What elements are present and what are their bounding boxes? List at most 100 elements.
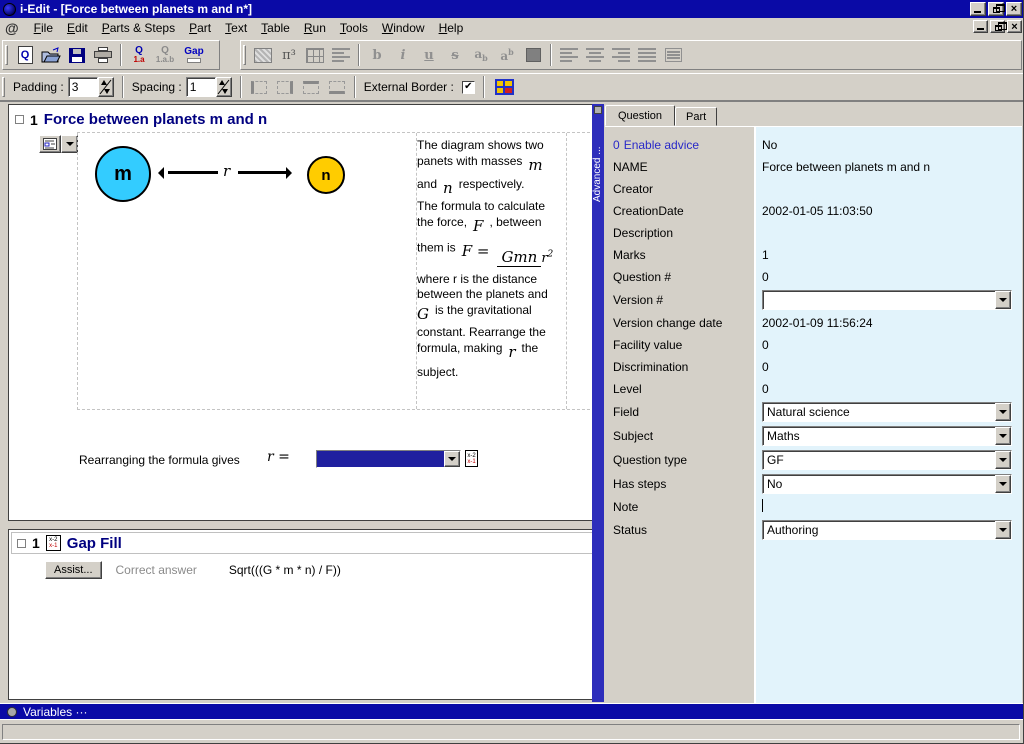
justify-button[interactable]	[634, 42, 660, 68]
menu-table[interactable]: Table	[254, 19, 297, 37]
version-combobox[interactable]	[762, 290, 1012, 310]
correct-answer-label: Correct answer	[116, 563, 197, 577]
note-field[interactable]	[754, 499, 1022, 515]
vertical-align-button[interactable]	[660, 42, 686, 68]
assist-button[interactable]: Assist...	[45, 561, 102, 579]
prop-value[interactable]: 1	[754, 248, 1022, 262]
prop-row-note: Note	[605, 496, 1022, 518]
prop-value[interactable]: Force between planets m and n	[754, 160, 1022, 174]
gapfill-marker-icon[interactable]: x-2x-1	[465, 450, 478, 467]
superscript-button[interactable]: ab	[494, 42, 520, 68]
pi-formula-icon: π³	[282, 48, 296, 63]
toolbar: Q Q1.a Q1.a.b Gap π³ b i u	[0, 38, 1024, 73]
toolbar-grip[interactable]	[5, 45, 8, 65]
question-type-combobox[interactable]: GF	[762, 450, 1012, 470]
strikethrough-button[interactable]: s	[442, 42, 468, 68]
new-question-button[interactable]: Q	[12, 42, 38, 68]
align-right-button[interactable]	[608, 42, 634, 68]
table-colors-button[interactable]	[495, 79, 514, 95]
align-center-button[interactable]	[582, 42, 608, 68]
prop-value[interactable]: 2002-01-05 11:03:50	[754, 204, 1022, 218]
fill-color-button[interactable]	[520, 42, 546, 68]
properties-panel: Question Part 0Enable advice No NAME For…	[605, 102, 1022, 704]
underline-button[interactable]: u	[416, 42, 442, 68]
menu-parts-steps[interactable]: Parts & Steps	[95, 19, 182, 37]
padding-input[interactable]	[68, 77, 98, 97]
question-step-icon: Q1.a.b	[156, 46, 174, 64]
menu-help[interactable]: Help	[432, 19, 471, 37]
menu-part[interactable]: Part	[182, 19, 218, 37]
correct-answer-value[interactable]: Sqrt(((G * m * n) / F))	[229, 563, 341, 577]
spacing-stepper[interactable]	[216, 77, 232, 97]
close-button[interactable]: ×	[1006, 2, 1022, 16]
planet-m[interactable]: m	[95, 146, 151, 202]
menu-file[interactable]: File	[27, 19, 60, 37]
open-button[interactable]	[38, 42, 64, 68]
workspace: 1 Force between planets m and n m	[0, 101, 1024, 703]
prop-value[interactable]: 0	[754, 382, 1022, 396]
menu-tools[interactable]: Tools	[333, 19, 375, 37]
answer-dropdown[interactable]	[316, 450, 461, 468]
border-top-button[interactable]	[299, 77, 323, 97]
insert-image-button[interactable]	[250, 42, 276, 68]
document-icon[interactable]: @	[5, 20, 19, 36]
dropdown-arrow-button[interactable]	[995, 475, 1011, 493]
restore-button[interactable]	[988, 2, 1004, 16]
insert-table-button[interactable]	[302, 42, 328, 68]
prop-row-has-steps: Has steps No	[605, 472, 1022, 496]
collapse-toggle[interactable]	[17, 539, 26, 548]
dropdown-arrow-button[interactable]	[995, 451, 1011, 469]
toolbar-grip[interactable]	[243, 45, 246, 65]
layout-cell-region[interactable]: m n r The diagram shows two panets with …	[77, 132, 595, 410]
border-right-button[interactable]	[273, 77, 297, 97]
planet-n[interactable]: n	[307, 156, 345, 194]
paragraph-button[interactable]	[328, 42, 354, 68]
italic-button[interactable]: i	[390, 42, 416, 68]
menu-window[interactable]: Window	[375, 19, 432, 37]
field-combobox[interactable]: Natural science	[762, 402, 1012, 422]
toolbar-grip[interactable]	[2, 77, 5, 97]
child-restore-button[interactable]	[990, 20, 1005, 33]
element-dropdown-button[interactable]	[61, 135, 78, 153]
prop-value[interactable]: 0	[754, 270, 1022, 284]
status-combobox[interactable]: Authoring	[762, 520, 1012, 540]
has-steps-combobox[interactable]: No	[762, 474, 1012, 494]
prop-value[interactable]: 0	[754, 360, 1022, 374]
align-left-button[interactable]	[556, 42, 582, 68]
subject-combobox[interactable]: Maths	[762, 426, 1012, 446]
dropdown-arrow-button[interactable]	[995, 427, 1011, 445]
child-minimize-button[interactable]	[973, 20, 988, 33]
spacing-input[interactable]	[186, 77, 216, 97]
question-1a-button[interactable]: Q1.a	[126, 42, 152, 68]
dropdown-arrow-button[interactable]	[995, 521, 1011, 539]
variables-bar[interactable]: Variables ···	[0, 703, 1024, 719]
gap-button[interactable]: Gap	[178, 42, 210, 68]
tab-question[interactable]: Question	[605, 105, 675, 126]
save-button[interactable]	[64, 42, 90, 68]
collapse-toggle[interactable]	[15, 115, 24, 124]
external-border-checkbox[interactable]: ✔	[462, 81, 475, 94]
menu-edit[interactable]: Edit	[60, 19, 95, 37]
tab-part[interactable]: Part	[675, 107, 717, 126]
border-bottom-button[interactable]	[325, 77, 349, 97]
element-properties-button[interactable]	[39, 135, 61, 153]
insert-formula-button[interactable]: π³	[276, 42, 302, 68]
prop-value[interactable]: No	[754, 138, 1022, 152]
menu-run[interactable]: Run	[297, 19, 333, 37]
border-left-button[interactable]	[247, 77, 271, 97]
child-close-button[interactable]: ×	[1007, 20, 1022, 33]
question-description[interactable]: The diagram shows two panets with masses…	[417, 138, 567, 380]
padding-stepper[interactable]	[98, 77, 114, 97]
subscript-button[interactable]: ab	[468, 42, 494, 68]
minimize-button[interactable]	[970, 2, 986, 16]
dropdown-arrow-button[interactable]	[444, 451, 460, 467]
question-1ab-button[interactable]: Q1.a.b	[152, 42, 178, 68]
prop-value[interactable]: 2002-01-09 11:56:24	[754, 316, 1022, 330]
menu-text[interactable]: Text	[218, 19, 254, 37]
dropdown-arrow-button[interactable]	[995, 403, 1011, 421]
advanced-tab[interactable]: Advanced ...	[592, 104, 604, 702]
prop-value[interactable]: 0	[754, 338, 1022, 352]
print-button[interactable]	[90, 42, 116, 68]
bold-button[interactable]: b	[364, 42, 390, 68]
dropdown-arrow-button[interactable]	[995, 291, 1011, 309]
